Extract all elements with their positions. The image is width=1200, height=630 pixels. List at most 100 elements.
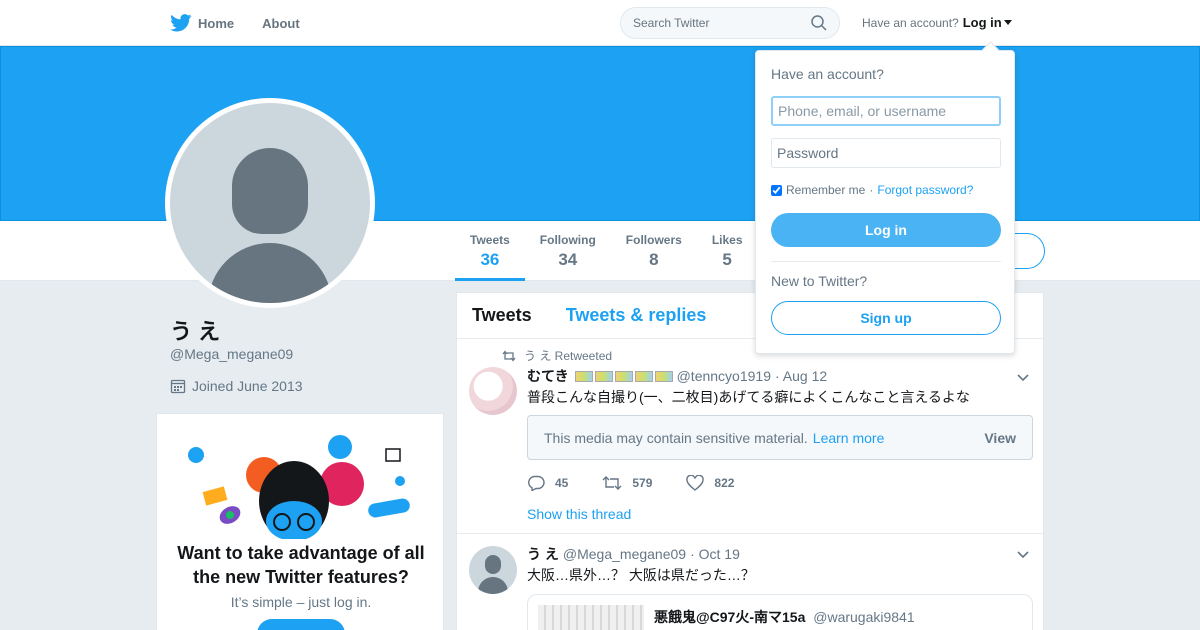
tweet-text: 普段こんな自撮り(一、二枚目)あげてる癖によくこんなこと言えるよな <box>527 389 970 405</box>
quoted-author-handle: @warugaki9841 <box>813 609 915 625</box>
stat-tweets[interactable]: Tweets 36 <box>455 221 525 281</box>
tweet-author-handle[interactable]: @tenncyo1919 <box>677 368 771 384</box>
like-button[interactable]: 822 <box>686 475 734 491</box>
stat-value: 36 <box>480 250 500 269</box>
promo-illustration-icon <box>188 435 410 539</box>
tweet-author-avatar[interactable] <box>469 546 517 594</box>
dropdown-divider <box>771 261 1001 262</box>
joined-text: Joined June 2013 <box>192 378 303 394</box>
dropdown-title: Have an account? <box>771 66 884 82</box>
sensitive-media-notice: This media may contain sensitive materia… <box>527 415 1033 460</box>
password-input[interactable] <box>771 138 1001 168</box>
account-prompt: Have an account? Log in <box>862 15 1012 30</box>
tweet-header: むてき @tenncyo1919 · Aug 12 <box>527 366 827 386</box>
calendar-icon <box>170 379 186 394</box>
avatar-body-shape <box>478 577 508 594</box>
remember-row: Remember me · Forgot password? <box>771 183 973 197</box>
quoted-author-name: 悪餓鬼@C97火-南マ15a <box>654 609 806 625</box>
promo-title: Want to take advantage of all the new Tw… <box>177 543 425 587</box>
view-media-button[interactable]: View <box>984 430 1016 446</box>
profile-name[interactable]: う え <box>170 314 220 346</box>
quoted-tweet-header: 悪餓鬼@C97火-南マ15a @warugaki9841 <box>654 607 915 627</box>
stat-likes[interactable]: Likes 5 <box>697 221 758 281</box>
tweet-actions: 45 579 822 <box>527 475 734 491</box>
remember-checkbox[interactable] <box>771 184 782 196</box>
have-account-text: Have an account? <box>862 15 959 30</box>
tab-tweets-replies[interactable]: Tweets & replies <box>566 305 707 326</box>
promo-login-button[interactable] <box>257 619 345 630</box>
stat-label: Followers <box>625 233 682 247</box>
tweet-text: 大阪…県外…？ 大阪は県だった…？ <box>527 567 755 583</box>
tweet-date[interactable]: · Aug 12 <box>775 368 827 384</box>
retweet-button[interactable]: 579 <box>602 475 652 491</box>
twitter-bird-icon <box>170 14 192 32</box>
caret-down-icon <box>1003 19 1012 25</box>
stat-following[interactable]: Following 34 <box>525 221 611 281</box>
login-toggle[interactable]: Log in <box>963 15 1012 30</box>
tweet-author-name[interactable]: むてき <box>527 366 569 386</box>
login-button[interactable]: Log in <box>771 213 1001 247</box>
retweet-icon <box>502 349 516 362</box>
retweet-count: 579 <box>632 476 653 490</box>
emoji-icon <box>614 370 633 382</box>
like-count: 822 <box>714 476 735 490</box>
stat-label: Likes <box>711 233 743 247</box>
search-icon[interactable] <box>811 15 827 31</box>
login-toggle-label: Log in <box>962 15 1002 30</box>
remember-label[interactable]: Remember me <box>786 183 865 197</box>
tweet-date[interactable]: · Oct 19 <box>690 546 740 562</box>
tweet-author-avatar[interactable] <box>469 367 517 415</box>
avatar-head-shape <box>485 555 501 574</box>
emoji-icon <box>594 370 613 382</box>
profile-handle[interactable]: @Mega_megane09 <box>170 346 293 362</box>
tweet[interactable]: う え @Mega_megane09 · Oct 19 大阪…県外…？ 大阪は県… <box>457 534 1043 630</box>
heart-icon <box>686 475 705 491</box>
learn-more-link[interactable]: Learn more <box>813 430 885 446</box>
tweet-author-name[interactable]: う え <box>527 544 559 564</box>
stat-followers[interactable]: Followers 8 <box>611 221 697 281</box>
default-avatar-icon <box>170 103 370 303</box>
nav-about-label: About <box>262 15 300 31</box>
retweet-context-text: う え Retweeted <box>524 349 613 363</box>
tweet-header: う え @Mega_megane09 · Oct 19 <box>527 544 740 564</box>
stat-value: 5 <box>722 250 732 269</box>
profile-stats: Tweets 36 Following 34 Followers 8 Likes… <box>455 221 758 281</box>
stat-value: 34 <box>558 250 578 269</box>
tweet[interactable]: う え Retweeted むてき @tenncyo1919 · Aug 12 … <box>457 339 1043 534</box>
quoted-tweet-image <box>538 605 644 630</box>
reply-icon <box>528 475 545 491</box>
name-emoji-icons <box>574 370 673 382</box>
retweet-context: う え Retweeted <box>502 347 612 364</box>
tweet-menu-caret-icon[interactable] <box>1015 546 1031 562</box>
nav-home-label: Home <box>198 15 235 31</box>
emoji-icon <box>574 370 593 382</box>
new-to-twitter-text: New to Twitter? <box>771 273 868 289</box>
retweet-icon <box>602 476 622 490</box>
nav-home[interactable]: Home <box>170 14 234 32</box>
nav-about[interactable]: About <box>262 16 300 31</box>
separator-dot: · <box>869 183 874 197</box>
tweet-author-handle[interactable]: @Mega_megane09 <box>563 546 686 562</box>
top-nav: Home About Have an account? Log in <box>0 0 1200 46</box>
avatar-body-shape <box>208 243 332 303</box>
show-thread-link[interactable]: Show this thread <box>527 506 631 522</box>
username-input[interactable] <box>771 96 1001 126</box>
reply-button[interactable]: 45 <box>527 475 568 491</box>
stat-value: 8 <box>649 250 659 269</box>
profile-avatar[interactable] <box>165 98 375 308</box>
nav-left: Home About <box>170 0 300 46</box>
stat-label: Tweets <box>470 233 510 247</box>
emoji-icon <box>654 370 673 382</box>
stat-label: Following <box>539 233 596 247</box>
avatar-head-shape <box>232 148 308 234</box>
quoted-tweet[interactable]: 悪餓鬼@C97火-南マ15a @warugaki9841 <box>527 594 1033 630</box>
tweet-menu-caret-icon[interactable] <box>1015 369 1031 385</box>
promo-card: Want to take advantage of all the new Tw… <box>156 413 444 630</box>
forgot-password-link[interactable]: Forgot password? <box>877 183 973 197</box>
login-dropdown: Have an account? Remember me · Forgot pa… <box>755 50 1015 354</box>
signup-button[interactable]: Sign up <box>771 301 1001 335</box>
emoji-icon <box>634 370 653 382</box>
search-input[interactable] <box>633 16 811 30</box>
reply-count: 45 <box>555 476 569 490</box>
tab-tweets[interactable]: Tweets <box>472 305 532 326</box>
